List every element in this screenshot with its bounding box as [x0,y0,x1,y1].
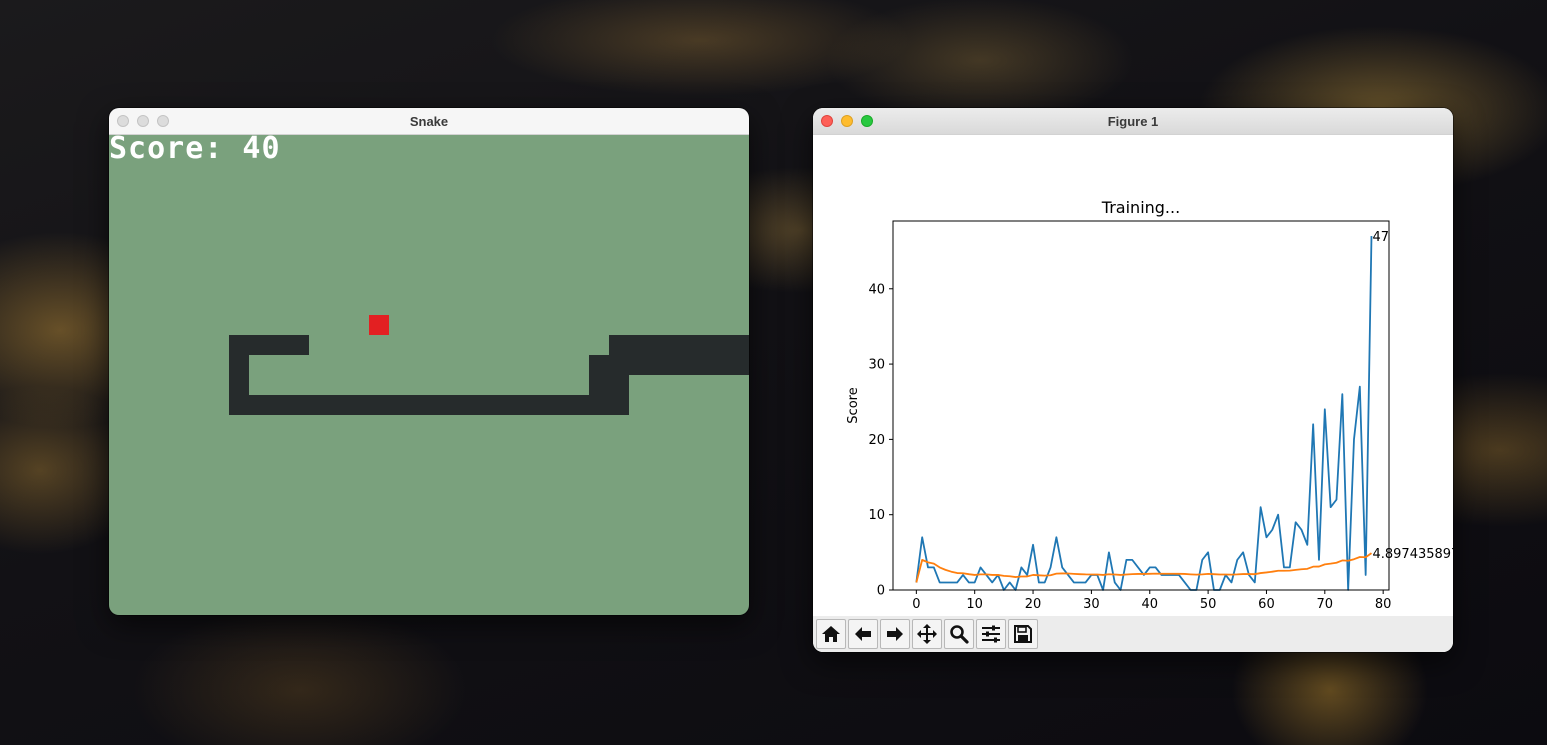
y-tick-label: 20 [868,433,885,448]
snake-body-segment [229,395,629,415]
score-label: Score: 40 [109,135,281,166]
training-chart: Training... 0 10 20 30 40 50 60 70 80 0 10 20 30 40 Num… [846,198,1453,616]
save-figure-button[interactable] [1008,619,1038,649]
window-title: Figure 1 [1107,114,1159,129]
back-button[interactable] [848,619,878,649]
mean-score-series-line [915,552,1373,583]
x-tick-label: 10 [966,597,983,612]
pan-button[interactable] [912,619,942,649]
figure-titlebar[interactable]: Figure 1 [813,108,1453,135]
configure-subplots-icon [982,625,1000,643]
x-tick-label: 50 [1200,597,1217,612]
y-tick-label: 40 [868,282,885,297]
figure-window: Figure 1 Training... 0 10 20 30 40 50 60 70 80 0 10… [813,108,1453,652]
y-tick-label: 0 [877,584,885,599]
x-tick-label: 70 [1317,597,1334,612]
forward-button[interactable] [880,619,910,649]
home-icon [822,626,840,642]
snake-game-board: Score: 40 [109,135,749,615]
score-series-line [915,236,1373,591]
y-tick-label: 10 [868,508,885,523]
back-arrow-icon [855,627,871,641]
data-annotation: 4.897435897 [1372,547,1453,562]
x-tick-label: 40 [1141,597,1158,612]
x-tick-label: 80 [1375,597,1392,612]
x-tick-label: 60 [1258,597,1275,612]
window-title: Snake [409,114,449,129]
zoom-magnifier-icon [950,625,969,644]
zoom-button-tool[interactable] [944,619,974,649]
y-tick-label: 30 [868,358,885,373]
plot-toolbar [813,616,1453,652]
plot-area: Training... 0 10 20 30 40 50 60 70 80 0 10 20 30 40 Num… [813,135,1453,616]
x-tick-label: 20 [1025,597,1042,612]
save-figure-icon [1014,625,1032,643]
y-axis-label: Score [846,387,861,423]
home-button[interactable] [816,619,846,649]
axes-frame [892,220,1390,591]
snake-window: Snake Score: 40 [109,108,749,615]
chart-title: Training... [1101,198,1180,217]
forward-arrow-icon [887,627,903,641]
pan-move-icon [917,624,937,644]
x-axis-label: Number of Games [1082,615,1201,616]
x-tick-label: 30 [1083,597,1100,612]
configure-subplots-button[interactable] [976,619,1006,649]
x-tick-label: 0 [912,597,920,612]
snake-titlebar[interactable]: Snake [109,108,749,135]
snake-body-segment [609,335,749,375]
food-pellet [369,315,389,335]
data-annotation: 47 [1372,230,1389,245]
